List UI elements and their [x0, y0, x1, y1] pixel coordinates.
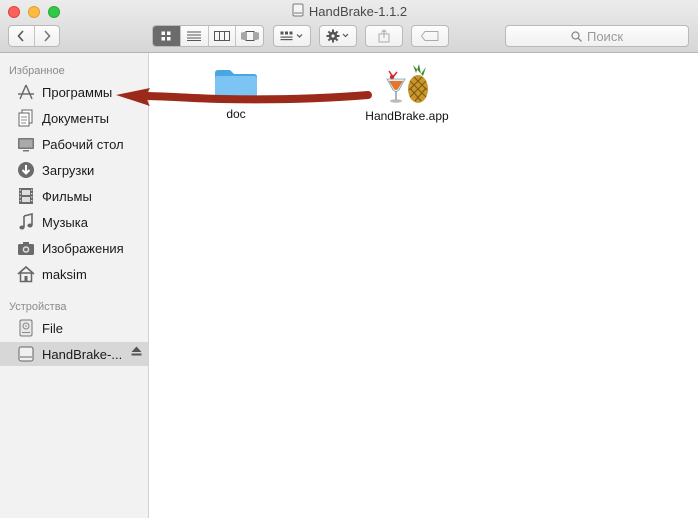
sidebar-item-label: File [42, 320, 63, 336]
documents-icon [17, 109, 35, 127]
eject-icon[interactable] [131, 346, 142, 359]
drive-icon [17, 345, 35, 363]
file-browser-content: doc HandBrake.app [149, 53, 698, 518]
view-mode-segmented-control [152, 25, 264, 47]
sidebar-item-applications[interactable]: Программы [0, 80, 148, 104]
gear-icon [326, 29, 349, 43]
search-field[interactable]: Поиск [505, 25, 689, 47]
file-name: doc [226, 107, 246, 121]
tag-icon [421, 31, 439, 41]
cover-flow-icon [241, 31, 259, 41]
sidebar-item-home[interactable]: maksim [0, 262, 148, 286]
search-placeholder: Поиск [586, 28, 624, 44]
sidebar-item-label: Фильмы [42, 188, 92, 204]
sidebar-item-label: Рабочий стол [42, 136, 124, 152]
sidebar-item-pictures[interactable]: Изображения [0, 236, 148, 260]
arrange-button[interactable] [273, 25, 311, 47]
sidebar-item-desktop[interactable]: Рабочий стол [0, 132, 148, 156]
sidebar-item-label: Изображения [42, 240, 124, 256]
titlebar: HandBrake-1.1.2 Поиск [0, 0, 698, 53]
camera-icon [17, 239, 35, 257]
sidebar-item-file-disk[interactable]: File [0, 316, 148, 340]
cover-flow-button[interactable] [235, 26, 263, 46]
column-view-button[interactable] [207, 26, 236, 46]
sidebar: Избранное Программы Документы Рабочий ст… [0, 53, 149, 518]
navigation-buttons [8, 25, 60, 47]
sidebar-item-label: Документы [42, 110, 110, 126]
sidebar-item-music[interactable]: Музыка [0, 210, 148, 234]
sidebar-item-documents[interactable]: Документы [0, 106, 148, 130]
arrange-icon [280, 31, 303, 41]
tags-button[interactable] [411, 25, 449, 47]
file-item-doc[interactable]: doc [211, 67, 261, 121]
back-button[interactable] [9, 26, 34, 46]
movies-icon [17, 187, 35, 205]
home-icon [17, 265, 35, 283]
sidebar-item-label: maksim [42, 266, 87, 282]
desktop-icon [17, 135, 35, 153]
forward-button[interactable] [33, 26, 60, 46]
finder-window: HandBrake-1.1.2 Поиск Избранное Программ… [0, 0, 698, 518]
icon-view-button[interactable] [153, 26, 180, 46]
handbrake-app-icon [386, 64, 428, 103]
sidebar-item-handbrake-volume[interactable]: HandBrake-... [0, 342, 148, 366]
sidebar-item-label: Загрузки [42, 162, 95, 178]
column-view-icon [213, 31, 230, 41]
list-view-button[interactable] [179, 26, 208, 46]
file-item-handbrake-app[interactable]: HandBrake.app [362, 63, 452, 123]
sidebar-item-label: HandBrake-... [42, 346, 123, 362]
sidebar-item-label: Программы [42, 84, 113, 100]
icon-view-icon [161, 31, 171, 41]
action-button[interactable] [319, 25, 357, 47]
music-icon [17, 213, 35, 231]
sidebar-item-movies[interactable]: Фильмы [0, 184, 148, 208]
downloads-icon [17, 161, 35, 179]
chevron-left-icon [17, 30, 24, 42]
search-icon [571, 30, 582, 42]
sidebar-item-label: Музыка [42, 214, 88, 230]
favorites-heading: Избранное [9, 65, 65, 77]
sidebar-item-downloads[interactable]: Загрузки [0, 158, 148, 182]
list-view-icon [187, 31, 202, 41]
share-button[interactable] [365, 25, 403, 47]
devices-heading: Устройства [9, 301, 67, 313]
drive-icon [291, 3, 305, 20]
disk-icon [17, 319, 35, 337]
window-title-area: HandBrake-1.1.2 [0, 3, 698, 20]
folder-icon [215, 70, 257, 102]
file-name: HandBrake.app [365, 109, 449, 123]
share-icon [378, 29, 390, 43]
chevron-right-icon [44, 30, 51, 42]
applications-icon [17, 83, 35, 101]
window-title: HandBrake-1.1.2 [308, 4, 408, 20]
